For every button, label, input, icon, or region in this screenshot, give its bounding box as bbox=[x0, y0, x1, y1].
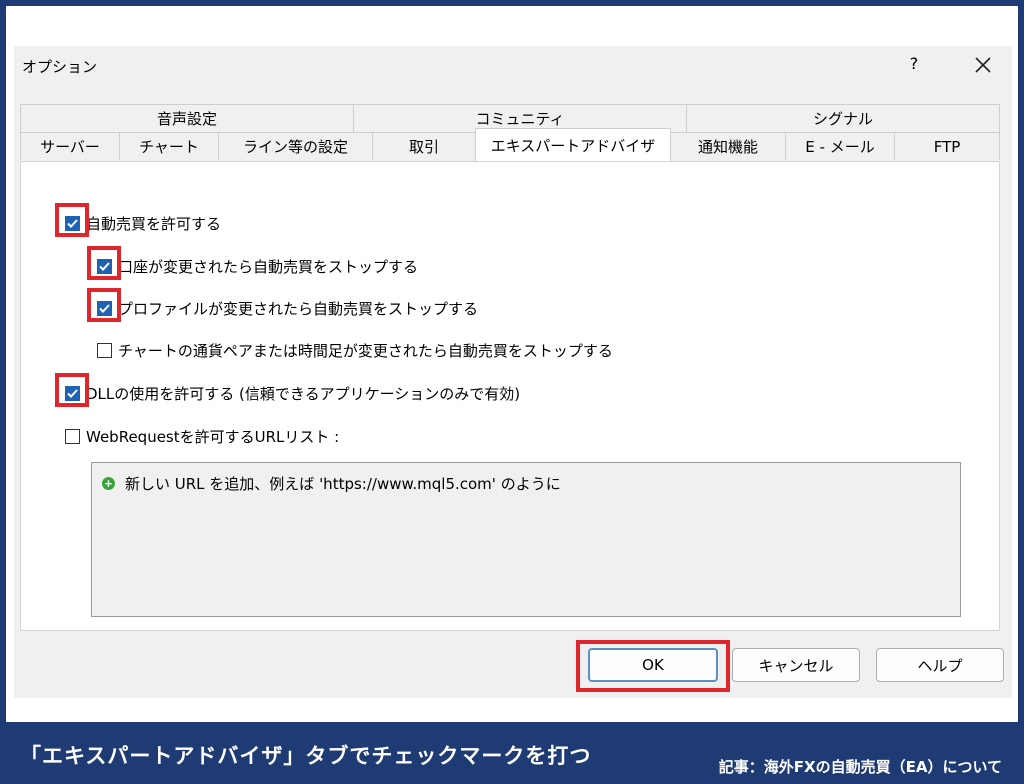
option-stop-on-symbol-change[interactable]: チャートの通貨ペアまたは時間足が変更されたら自動売買をストップする bbox=[97, 340, 613, 361]
options-dialog: オプション ? 音声設定 コミュニティ シグナル サーバー チャート ライン等の… bbox=[14, 46, 1012, 698]
tab-trade[interactable]: 取引 bbox=[372, 132, 476, 160]
tab-signals[interactable]: シグナル bbox=[686, 104, 1000, 132]
option-label: チャートの通貨ペアまたは時間足が変更されたら自動売買をストップする bbox=[118, 342, 613, 360]
tab-sound-settings[interactable]: 音声設定 bbox=[20, 104, 354, 132]
expert-advisor-panel: 自動売買を許可する 口座が変更されたら自動売買をストップする プロファイルが変更… bbox=[20, 161, 1000, 631]
cancel-button[interactable]: キャンセル bbox=[732, 648, 860, 682]
ok-button[interactable]: OK bbox=[588, 648, 718, 682]
help-icon[interactable]: ? bbox=[904, 54, 924, 73]
option-label: DLLの使用を許可する (信頼できるアプリケーションのみで有効) bbox=[86, 385, 521, 403]
url-list[interactable]: + 新しい URL を追加、例えば 'https://www.mql5.com'… bbox=[91, 462, 961, 617]
tab-line-settings[interactable]: ライン等の設定 bbox=[218, 132, 373, 160]
option-stop-on-profile-change[interactable]: プロファイルが変更されたら自動売買をストップする bbox=[97, 298, 478, 319]
option-label: プロファイルが変更されたら自動売買をストップする bbox=[118, 300, 479, 318]
title-bar: オプション ? bbox=[14, 46, 1012, 84]
option-label: 自動売買を許可する bbox=[86, 215, 222, 233]
checkmark-icon bbox=[99, 304, 110, 313]
checkbox-allow-webrequest[interactable] bbox=[65, 429, 80, 444]
help-button[interactable]: ヘルプ bbox=[876, 648, 1004, 682]
checkbox-stop-on-symbol-change[interactable] bbox=[97, 343, 112, 358]
option-allow-dll[interactable]: DLLの使用を許可する (信頼できるアプリケーションのみで有効) bbox=[65, 383, 520, 404]
option-label: WebRequestを許可するURLリスト : bbox=[86, 428, 340, 446]
tab-email[interactable]: E - メール bbox=[785, 132, 895, 160]
tab-expert-advisor[interactable]: エキスパートアドバイザ bbox=[475, 128, 671, 161]
add-icon: + bbox=[102, 477, 115, 490]
add-url-row[interactable]: + 新しい URL を追加、例えば 'https://www.mql5.com'… bbox=[102, 473, 561, 494]
checkbox-allow-auto-trading[interactable] bbox=[65, 216, 80, 231]
caption-sub: 記事：海外FXの自動売買（EA）について bbox=[718, 758, 1002, 776]
option-label: 口座が変更されたら自動売買をストップする bbox=[118, 258, 419, 276]
caption-main: 「エキスパートアドバイザ」タブでチェックマークを打つ bbox=[20, 744, 592, 768]
tab-chart[interactable]: チャート bbox=[119, 132, 219, 160]
option-stop-on-account-change[interactable]: 口座が変更されたら自動売買をストップする bbox=[97, 256, 418, 277]
checkmark-icon bbox=[99, 262, 110, 271]
checkbox-allow-dll[interactable] bbox=[65, 386, 80, 401]
add-url-placeholder: 新しい URL を追加、例えば 'https://www.mql5.com' の… bbox=[125, 475, 561, 493]
tab-ftp[interactable]: FTP bbox=[894, 132, 1000, 160]
checkmark-icon bbox=[67, 219, 78, 228]
option-allow-webrequest[interactable]: WebRequestを許可するURLリスト : bbox=[65, 426, 339, 447]
tab-notifications[interactable]: 通知機能 bbox=[670, 132, 786, 160]
tab-server[interactable]: サーバー bbox=[20, 132, 120, 160]
checkmark-icon bbox=[67, 389, 78, 398]
checkbox-stop-on-account-change[interactable] bbox=[97, 259, 112, 274]
tab-row-bottom: サーバー チャート ライン等の設定 取引 エキスパートアドバイザ 通知機能 E … bbox=[20, 128, 1000, 162]
close-icon[interactable] bbox=[968, 50, 998, 80]
checkbox-stop-on-profile-change[interactable] bbox=[97, 301, 112, 316]
option-allow-auto-trading[interactable]: 自動売買を許可する bbox=[65, 213, 221, 234]
dialog-title: オプション bbox=[22, 58, 98, 76]
